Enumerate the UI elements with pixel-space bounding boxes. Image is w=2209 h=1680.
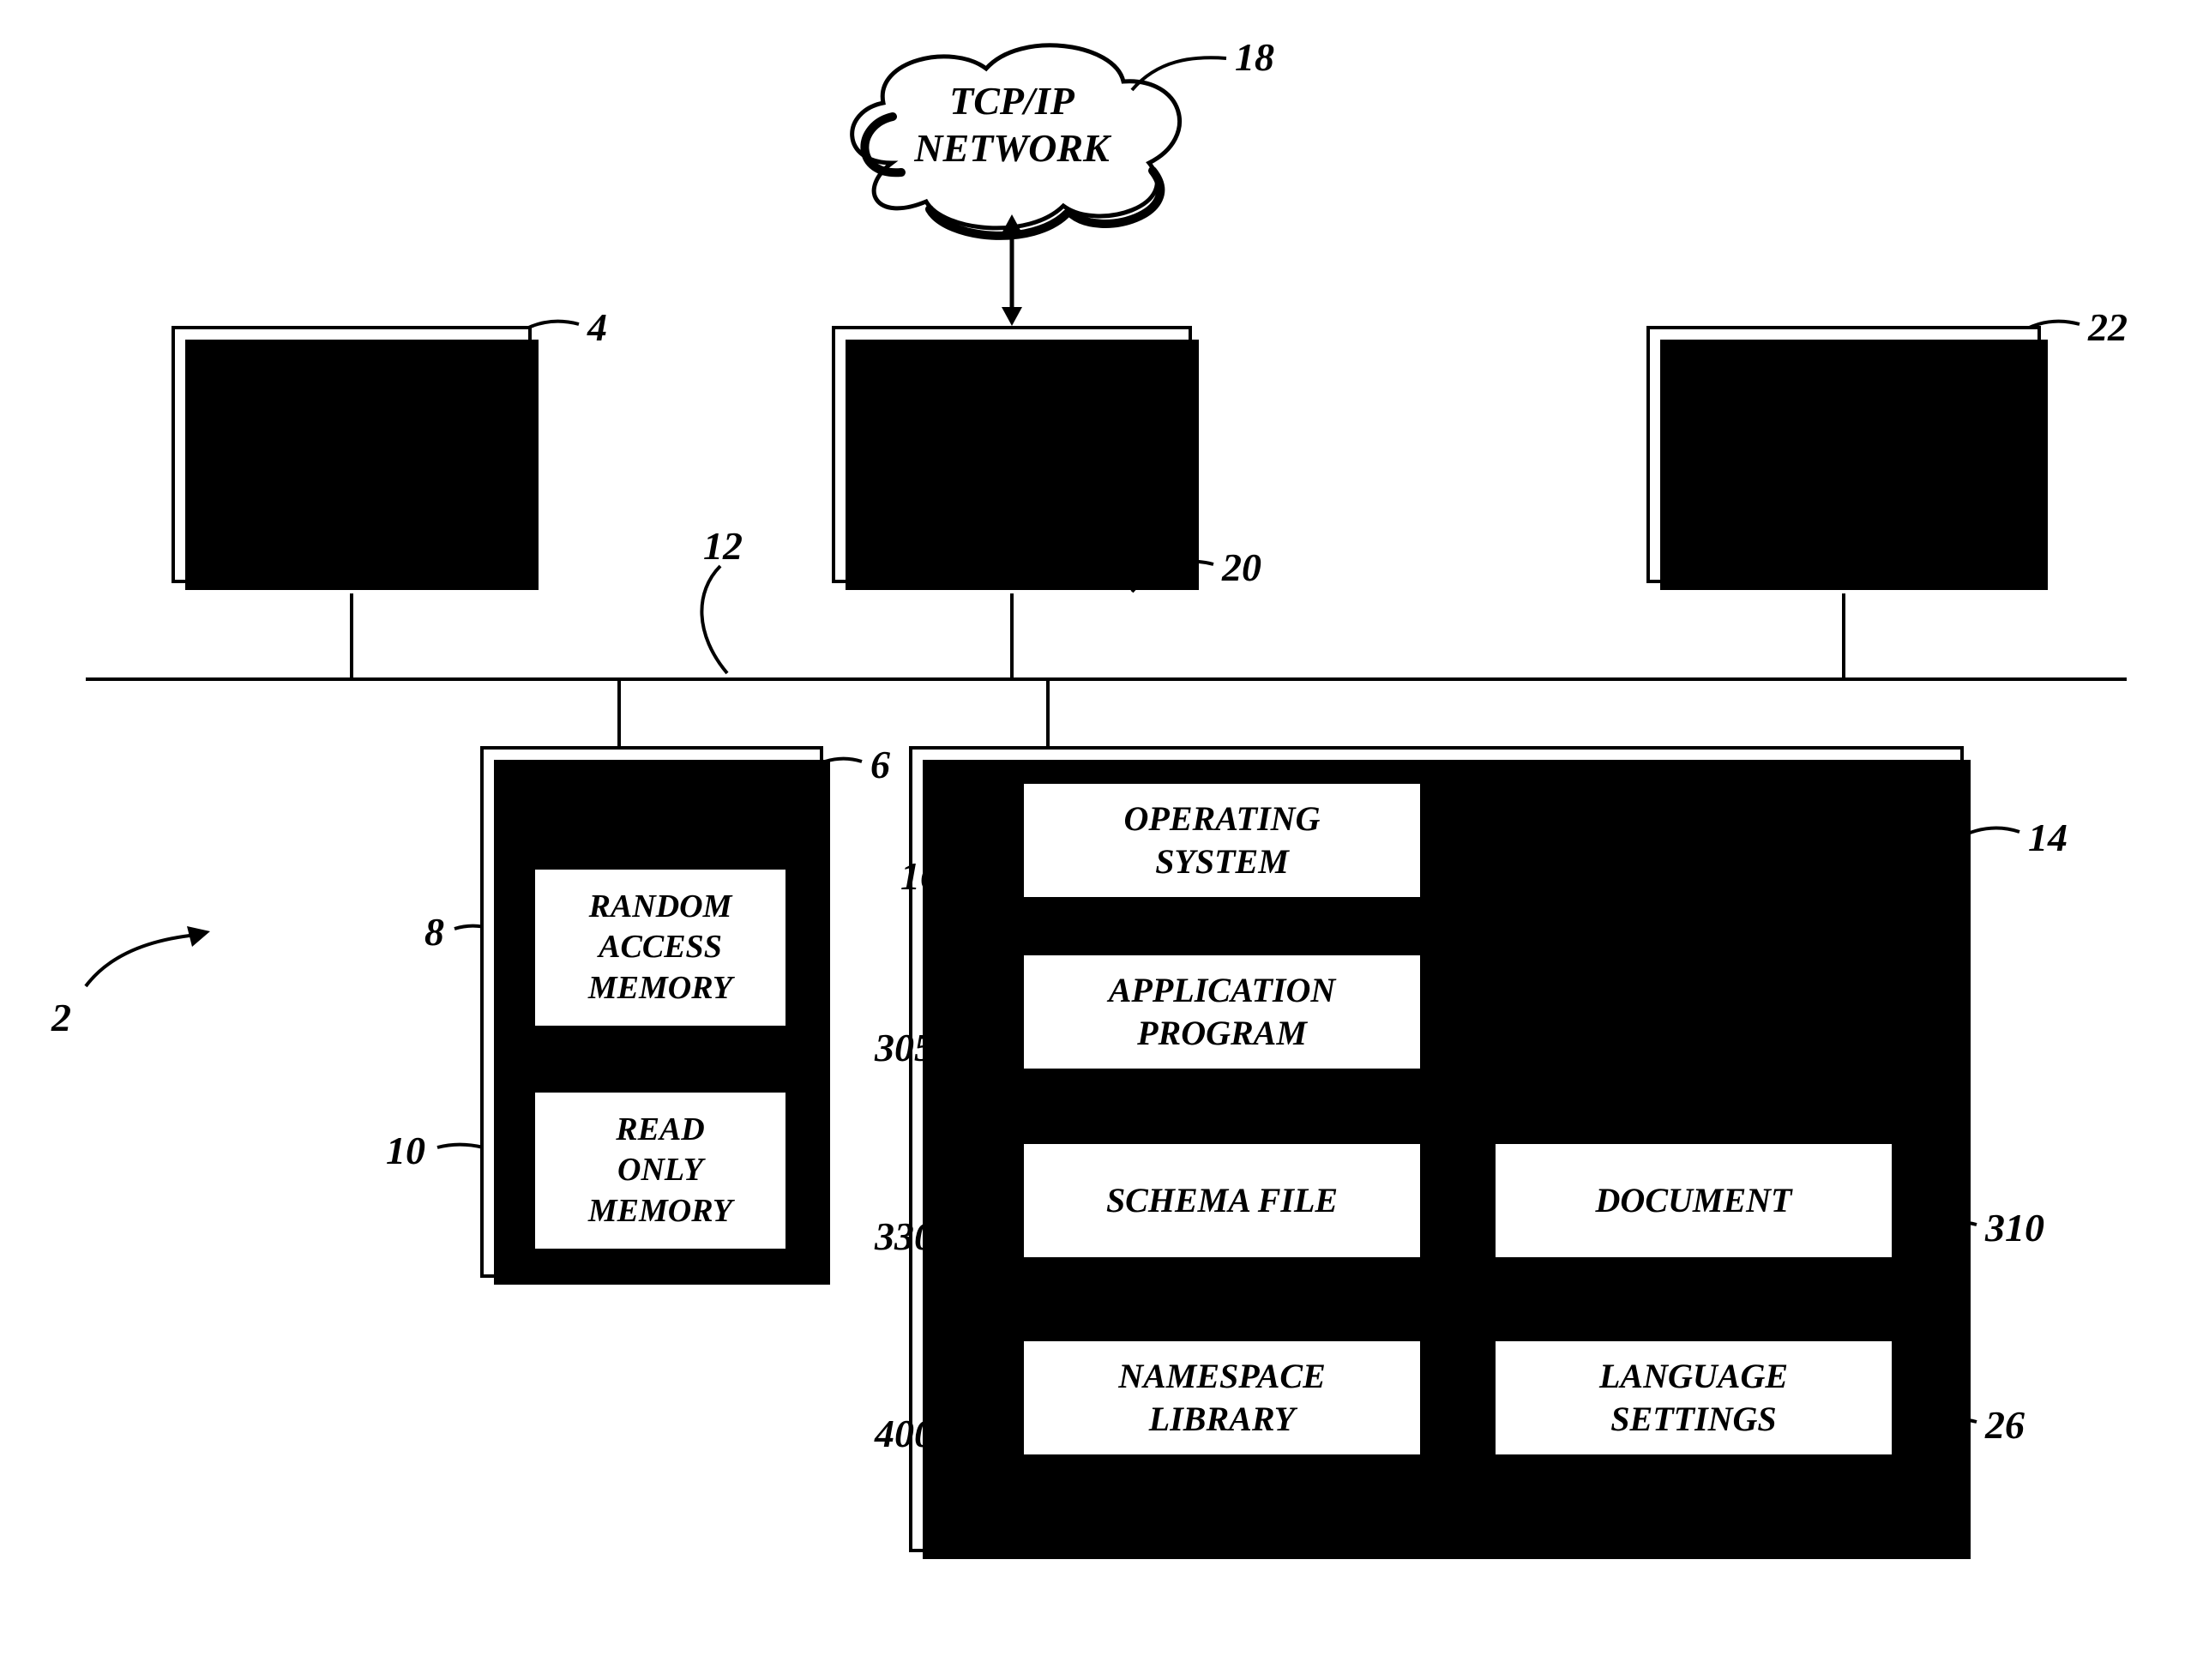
rom-box: READ ONLY MEMORY — [532, 1089, 789, 1252]
ram-box: RANDOM ACCESS MEMORY — [532, 866, 789, 1029]
lead-figure — [77, 926, 214, 995]
lang-box: LANGUAGE SETTINGS — [1492, 1338, 1895, 1458]
schema-box: SCHEMA FILE — [1020, 1141, 1424, 1261]
lead-bus — [686, 566, 755, 677]
ref-cloud: 18 — [1235, 34, 1274, 80]
ref-niu: 20 — [1222, 545, 1261, 590]
ref-sysmem: 6 — [870, 742, 890, 787]
os-box: OPERATING SYSTEM — [1020, 780, 1424, 900]
ref-lang: 26 — [1985, 1402, 2025, 1448]
conn-bus-storage — [1046, 681, 1050, 746]
niu-box: NETWORK INTERFACE UNIT — [832, 326, 1192, 583]
ref-schema: 330 — [875, 1213, 934, 1259]
diagram-canvas: TCP/IP NETWORK 18 CENTRAL PROCESSING UNI… — [0, 0, 2209, 1680]
ref-app: 305 — [875, 1025, 934, 1070]
ref-bus: 12 — [703, 523, 743, 569]
ref-ram: 8 — [424, 909, 444, 954]
cloud-label: TCP/IP NETWORK — [883, 77, 1141, 172]
conn-niu-bus — [1010, 593, 1014, 677]
ref-storage: 14 — [2028, 815, 2068, 860]
ref-figure: 2 — [51, 995, 71, 1040]
ref-io: 22 — [2088, 304, 2128, 350]
ns-box: NAMESPACE LIBRARY — [1020, 1338, 1424, 1458]
io-box: INPUT/OUTPUT CONTROLLER — [1646, 326, 2041, 583]
ref-rom: 10 — [386, 1128, 425, 1173]
conn-cpu-bus — [350, 593, 353, 677]
ref-os: 16 — [900, 853, 940, 899]
ref-doc: 310 — [1985, 1205, 2044, 1250]
bus-line — [86, 677, 2127, 681]
cpu-box: CENTRAL PROCESSING UNIT — [172, 326, 532, 583]
conn-bus-sysmem — [617, 681, 621, 746]
lead-cloud — [1132, 51, 1235, 103]
arrow-cloud-niu — [995, 214, 1029, 326]
conn-io-bus — [1842, 593, 1845, 677]
ref-ns: 400 — [875, 1411, 934, 1456]
app-box: APPLICATION PROGRAM — [1020, 952, 1424, 1072]
doc-box: DOCUMENT — [1492, 1141, 1895, 1261]
ref-cpu: 4 — [587, 304, 607, 350]
